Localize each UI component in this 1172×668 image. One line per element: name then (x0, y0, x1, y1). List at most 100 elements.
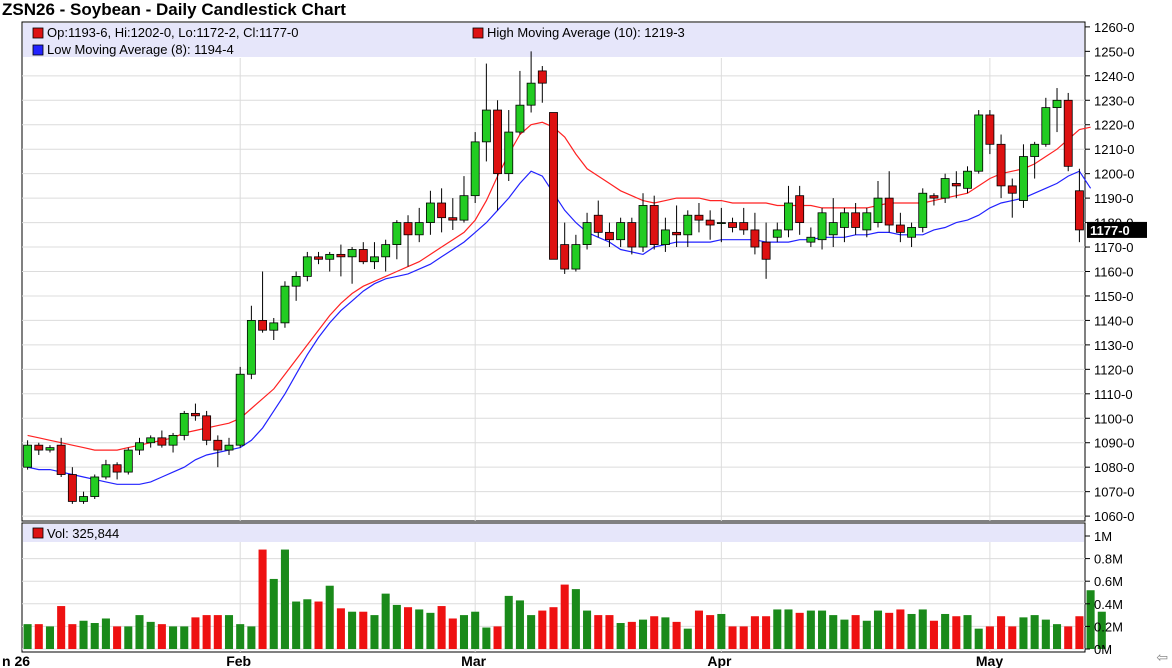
candle-body (616, 222, 626, 241)
candle-body (940, 178, 950, 199)
candlestick-chart: Op:1193-6, Hi:1202-0, Lo:1172-2, Cl:1177… (2, 20, 1147, 668)
candle-body (269, 322, 279, 331)
candle-body (448, 217, 458, 221)
volume-bar (627, 621, 636, 649)
candle-body (739, 222, 749, 231)
candle-body (459, 195, 469, 221)
volume-tick-label: 0.6M (1094, 574, 1123, 589)
candle (1063, 92, 1073, 172)
candle-body (45, 447, 55, 451)
volume-bar (549, 607, 558, 649)
candle-body (414, 222, 424, 236)
volume-bar (224, 615, 234, 649)
candle-body (862, 212, 872, 231)
price-tick-label: 1210-0 (1094, 142, 1134, 157)
candle-body (772, 229, 782, 238)
candle (280, 281, 290, 328)
volume-bar (493, 626, 502, 649)
volume-bar (180, 626, 189, 649)
volume-bar (482, 627, 491, 649)
price-tick-label: 1080-0 (1094, 460, 1134, 475)
back-arrow-icon[interactable]: ⇦ (1156, 649, 1168, 666)
candle-body (907, 227, 916, 238)
candle-body (157, 437, 167, 446)
candle-body (101, 464, 111, 478)
volume-bar (258, 549, 267, 649)
candle-body (929, 195, 939, 199)
volume-bar (974, 628, 983, 649)
candle-body (895, 224, 905, 233)
date-label: May (976, 653, 1003, 668)
volume-bar (303, 599, 312, 649)
candle-body (974, 114, 984, 172)
volume-bar (90, 623, 99, 649)
volume-bar (795, 612, 804, 649)
price-tick-label: 1110-0 (1094, 387, 1133, 402)
volume-bar (717, 613, 726, 649)
candle-body (481, 109, 491, 143)
price-tick-label: 1220-0 (1094, 118, 1134, 133)
volume-bar (471, 611, 480, 649)
candle-body (291, 275, 301, 287)
date-label: Feb (226, 653, 251, 668)
low-ma-legend-swatch (32, 44, 44, 56)
price-tick-label: 1150-0 (1094, 289, 1134, 304)
price-tick-label: 1160-0 (1094, 265, 1134, 280)
candle-body (828, 222, 838, 236)
candle-body (996, 143, 1006, 187)
volume-tick-label: 0.2M (1094, 619, 1123, 634)
price-tick-label: 1260-0 (1094, 20, 1134, 35)
candle-body (571, 244, 581, 270)
volume-bar (829, 615, 838, 649)
candle-body (761, 241, 771, 260)
candle-body (705, 219, 715, 226)
candle-body (179, 412, 189, 436)
volume-bar (68, 624, 77, 649)
volume-bar (124, 626, 133, 649)
candle-body (314, 256, 323, 260)
volume-bar (1041, 619, 1050, 649)
candle-body (168, 434, 178, 446)
candle-body (1019, 156, 1028, 201)
candle-body (526, 82, 536, 106)
volume-bar (381, 593, 390, 649)
price-tick-label: 1240-0 (1094, 69, 1134, 84)
candle-body (358, 249, 368, 263)
volume-bar (437, 606, 446, 649)
volume-bar (683, 628, 692, 649)
volume-bar (336, 608, 345, 649)
candle-body (302, 256, 312, 277)
candle-body (392, 222, 402, 245)
candle-body (34, 444, 44, 451)
volume-bar (985, 626, 994, 649)
candle-body (549, 112, 558, 260)
volume-bar (773, 609, 782, 649)
candle-body (258, 320, 268, 331)
volume-bar (739, 626, 748, 649)
price-tick-label: 1120-0 (1094, 362, 1134, 377)
candle-body (660, 229, 670, 245)
volume-bar (806, 610, 815, 649)
volume-bar (348, 611, 357, 649)
volume-bar (79, 620, 88, 649)
candle-body (985, 114, 995, 145)
candle-body (582, 222, 592, 245)
ohlc-legend-swatch (32, 27, 44, 39)
volume-legend-swatch (32, 527, 44, 539)
volume-bar (370, 615, 379, 649)
volume-tick-label: 0.8M (1094, 552, 1123, 567)
volume-tick-label: 0.4M (1094, 597, 1123, 612)
candle-body (605, 231, 614, 241)
volume-bar (23, 624, 32, 649)
volume-legend: Vol: 325,844 (47, 526, 119, 541)
candle (123, 447, 133, 475)
volume-bar (504, 595, 513, 649)
date-label: Apr (707, 653, 732, 668)
candle-body (716, 222, 726, 224)
candle-body (951, 183, 961, 187)
volume-bar (359, 611, 368, 649)
volume-bar (236, 624, 245, 649)
low-ma-legend: Low Moving Average (8): 1194-4 (47, 42, 234, 57)
volume-bar (873, 610, 883, 649)
candle-body (470, 141, 480, 197)
